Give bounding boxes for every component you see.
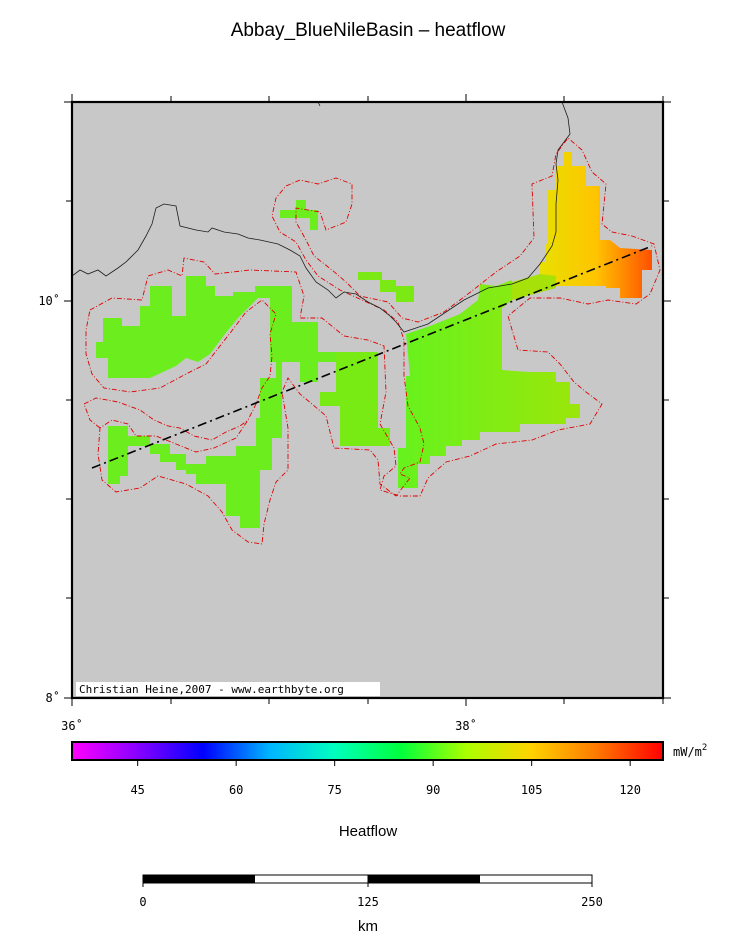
- colorbar-tick-label: 105: [521, 783, 543, 797]
- colorbar-unit: mW/m2: [673, 743, 707, 759]
- lat-label-8: 8˚: [46, 690, 60, 705]
- lon-label-38: 38˚: [455, 718, 477, 733]
- colorbar-tick-label: 90: [426, 783, 440, 797]
- colorbar-tick-label: 60: [229, 783, 243, 797]
- colorbar-label: Heatflow: [339, 823, 398, 840]
- colorbar-tick-label: 75: [327, 783, 341, 797]
- scale-tick-0: 0: [139, 895, 146, 909]
- credit-text: Christian Heine,2007 - www.earthbyte.org: [79, 683, 344, 696]
- lat-label-10: 10˚: [38, 293, 60, 308]
- heatflow-map: Abbay_BlueNileBasin – heatflow Christian…: [38, 20, 707, 935]
- scale-tick-125: 125: [357, 895, 379, 909]
- colorbar-ticks: 45 60 75 90 105 120: [130, 760, 641, 797]
- scale-label: km: [358, 918, 378, 935]
- colorbar: [71, 741, 664, 761]
- lon-label-36: 36˚: [61, 718, 83, 733]
- scale-tick-250: 250: [581, 895, 603, 909]
- colorbar-tick-label: 45: [130, 783, 144, 797]
- colorbar-tick-label: 120: [619, 783, 641, 797]
- scale-bar-segment-1: [143, 875, 255, 883]
- colorbar-unit-superscript: 2: [702, 743, 707, 753]
- map-title: Abbay_BlueNileBasin – heatflow: [231, 20, 506, 41]
- scale-bar-segment-3: [368, 875, 480, 883]
- scale-bar: [142, 874, 593, 887]
